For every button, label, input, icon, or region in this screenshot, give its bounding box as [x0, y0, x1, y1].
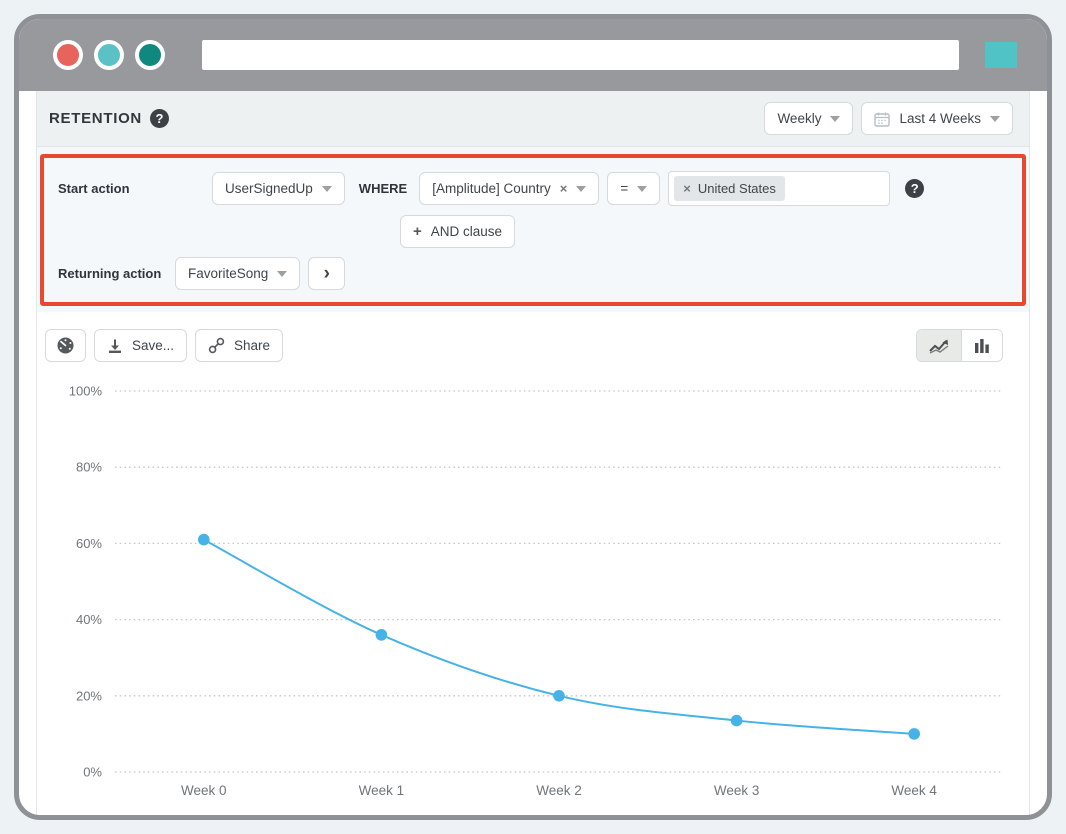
help-icon[interactable]: ? — [905, 179, 924, 198]
returning-action-label: Returning action — [58, 266, 175, 281]
plus-icon: + — [413, 223, 422, 240]
retention-line-chart: 0% 20% 40% 60% 80% 100% Week 0 Week 1 Week 2 Week… — [45, 374, 1021, 815]
add-to-dashboard-button[interactable] — [45, 329, 86, 362]
caret-down-icon — [637, 186, 647, 192]
period-dropdown[interactable]: Weekly — [764, 102, 853, 135]
page-title: RETENTION — [49, 110, 142, 127]
returning-action-row: Returning action FavoriteSong › — [58, 257, 1008, 290]
help-icon[interactable]: ? — [150, 109, 169, 128]
expand-button[interactable]: › — [308, 257, 345, 290]
link-icon — [208, 337, 225, 354]
date-range-dropdown[interactable]: Last 4 Weeks — [861, 102, 1013, 135]
returning-action-value: FavoriteSong — [188, 266, 268, 281]
add-and-clause-button[interactable]: + AND clause — [400, 215, 515, 248]
download-icon — [107, 338, 123, 354]
svg-text:Week 4: Week 4 — [891, 783, 937, 798]
svg-text:60%: 60% — [76, 536, 102, 551]
where-label: WHERE — [359, 181, 407, 196]
share-button[interactable]: Share — [195, 329, 283, 362]
address-bar-input[interactable] — [202, 40, 959, 70]
svg-text:Week 2: Week 2 — [536, 783, 582, 798]
svg-text:Week 0: Week 0 — [181, 783, 227, 798]
chevron-right-icon: › — [324, 263, 330, 285]
line-chart-icon — [929, 338, 949, 354]
window-control-close[interactable] — [53, 40, 83, 70]
bar-chart-icon — [974, 338, 990, 353]
header-controls: Weekly Last 4 Weeks — [764, 102, 1013, 135]
calendar-icon — [874, 111, 890, 127]
browser-chrome — [19, 19, 1047, 91]
svg-text:Week 3: Week 3 — [714, 783, 760, 798]
filter-tag-label: United States — [698, 181, 776, 196]
filter-panel: Start action UserSignedUp WHERE [Amplitu… — [37, 147, 1029, 312]
save-label: Save... — [132, 338, 174, 353]
caret-down-icon — [990, 116, 1000, 122]
browser-window: RETENTION ? Weekly — [14, 14, 1052, 820]
date-range-label: Last 4 Weeks — [899, 111, 981, 126]
returning-action-dropdown[interactable]: FavoriteSong — [175, 257, 300, 290]
bar-chart-toggle[interactable] — [962, 330, 1002, 361]
line-chart-toggle[interactable] — [917, 330, 962, 361]
svg-text:20%: 20% — [76, 688, 102, 703]
caret-down-icon — [277, 271, 287, 277]
svg-text:80%: 80% — [76, 460, 102, 475]
start-action-value: UserSignedUp — [225, 181, 313, 196]
app-content: RETENTION ? Weekly — [36, 91, 1030, 815]
svg-text:0%: 0% — [83, 765, 102, 780]
operator-value: = — [620, 181, 628, 196]
svg-text:40%: 40% — [76, 612, 102, 627]
svg-text:Week 1: Week 1 — [359, 783, 405, 798]
period-dropdown-label: Weekly — [777, 111, 821, 126]
share-label: Share — [234, 338, 270, 353]
save-button[interactable]: Save... — [94, 329, 187, 362]
chart-type-toggle — [916, 329, 1003, 362]
remove-icon[interactable]: × — [560, 182, 568, 195]
retention-header: RETENTION ? Weekly — [37, 91, 1029, 147]
remove-icon[interactable]: × — [683, 182, 691, 195]
start-action-label: Start action — [58, 181, 212, 196]
svg-text:100%: 100% — [69, 384, 103, 399]
caret-down-icon — [576, 186, 586, 192]
start-action-dropdown[interactable]: UserSignedUp — [212, 172, 345, 205]
property-dropdown[interactable]: [Amplitude] Country × — [419, 172, 599, 205]
and-clause-row: + AND clause — [400, 215, 1008, 248]
caret-down-icon — [322, 186, 332, 192]
highlight-box: Start action UserSignedUp WHERE [Amplitu… — [40, 154, 1026, 306]
browser-action-button[interactable] — [985, 42, 1017, 68]
operator-dropdown[interactable]: = — [607, 172, 660, 205]
start-action-row: Start action UserSignedUp WHERE [Amplitu… — [58, 171, 1008, 206]
property-value: [Amplitude] Country — [432, 181, 551, 196]
caret-down-icon — [830, 116, 840, 122]
window-control-maximize[interactable] — [135, 40, 165, 70]
filter-value-input[interactable]: × United States — [668, 171, 890, 206]
window-control-minimize[interactable] — [94, 40, 124, 70]
chart-card: Save... Share — [37, 312, 1029, 815]
and-clause-label: AND clause — [431, 224, 502, 239]
dashboard-gauge-icon — [56, 336, 75, 355]
filter-value-tag: × United States — [674, 176, 785, 201]
chart-toolbar: Save... Share — [45, 329, 1021, 362]
